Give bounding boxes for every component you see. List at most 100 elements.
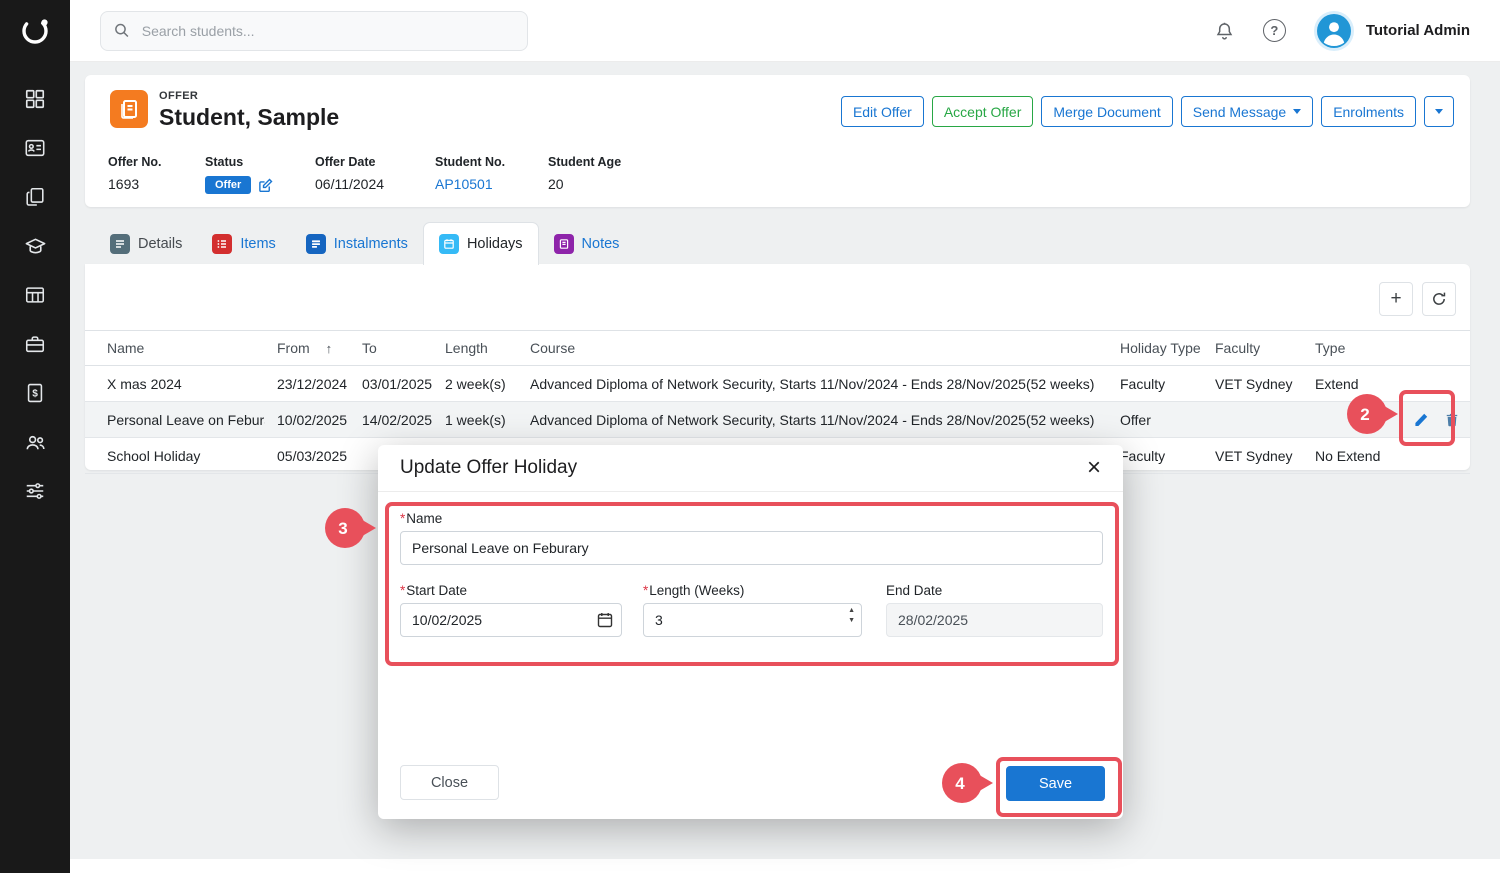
offer-date-field: Offer Date 06/11/2024 xyxy=(315,155,435,194)
column-header-to[interactable]: To xyxy=(350,331,433,366)
delete-row-icon[interactable] xyxy=(1445,412,1459,427)
required-mark: * xyxy=(400,583,405,598)
sidebar-item-finance[interactable]: $ xyxy=(23,381,47,405)
course-cell: Advanced Diploma of Network Security, St… xyxy=(518,366,1108,402)
card-tools: + xyxy=(1379,282,1456,316)
type-cell: Extend xyxy=(1303,366,1383,402)
tab-items-label: Items xyxy=(240,236,275,252)
student-no-field: Student No. AP10501 xyxy=(435,155,548,194)
column-header-type[interactable]: Type xyxy=(1303,331,1383,366)
status-field: Status Offer xyxy=(205,155,315,194)
column-header-course[interactable]: Course xyxy=(518,331,1108,366)
sidebar-item-settings[interactable] xyxy=(23,479,47,503)
start-date-label: *Start Date xyxy=(400,583,467,598)
start-date-field[interactable] xyxy=(400,603,622,637)
column-header-from[interactable]: From↑ xyxy=(265,331,350,366)
page-title: Student, Sample xyxy=(159,104,339,131)
offers-icon xyxy=(24,186,46,208)
name-field[interactable] xyxy=(400,531,1103,565)
more-actions-button[interactable] xyxy=(1424,96,1454,127)
students-icon xyxy=(24,137,46,159)
sidebar-item-dashboard[interactable] xyxy=(23,87,47,111)
user-menu[interactable]: Tutorial Admin xyxy=(1314,11,1470,51)
offer-kicker: OFFER xyxy=(159,90,198,102)
table-row[interactable]: X mas 2024 23/12/2024 03/01/2025 2 week(… xyxy=(85,366,1470,402)
end-date-field xyxy=(886,603,1103,637)
length-cell: 1 week(s) xyxy=(433,402,518,438)
sidebar: $ xyxy=(0,0,70,873)
sidebar-item-offers[interactable] xyxy=(23,185,47,209)
app-logo[interactable] xyxy=(0,0,70,61)
length-field-label: *Length (Weeks) xyxy=(643,583,744,598)
offer-date-label: Offer Date xyxy=(315,155,435,169)
send-message-label: Send Message xyxy=(1193,104,1286,120)
sidebar-item-students[interactable] xyxy=(23,136,47,160)
type-cell xyxy=(1303,402,1383,438)
status-edit-icon[interactable] xyxy=(258,178,273,193)
finance-icon: $ xyxy=(24,382,46,404)
notification-bell-icon[interactable] xyxy=(1214,20,1235,42)
student-age-value: 20 xyxy=(548,176,658,192)
from-cell: 10/02/2025 xyxy=(265,402,350,438)
refresh-button[interactable] xyxy=(1422,282,1456,316)
add-holiday-button[interactable]: + xyxy=(1379,282,1413,316)
dashboard-icon xyxy=(24,88,46,110)
accept-offer-button[interactable]: Accept Offer xyxy=(932,96,1034,127)
student-no-label: Student No. xyxy=(435,155,548,169)
search-box xyxy=(100,11,528,51)
table-row[interactable]: Personal Leave on Feburary 10/02/2025 14… xyxy=(85,402,1470,438)
modal-title: Update Offer Holiday xyxy=(400,457,577,479)
tab-instalments[interactable]: Instalments xyxy=(291,222,423,265)
calendar-icon[interactable] xyxy=(597,612,613,628)
sidebar-item-courses[interactable] xyxy=(23,234,47,258)
close-icon[interactable]: × xyxy=(1087,456,1101,480)
sidebar-item-users[interactable] xyxy=(23,430,47,454)
sidebar-item-timetables[interactable] xyxy=(23,283,47,307)
offer-meta: Offer No. 1693 Status Offer Offer Date 0… xyxy=(108,155,658,194)
details-icon xyxy=(110,234,130,254)
spinner-up-icon[interactable]: ▲ xyxy=(848,607,855,614)
user-avatar xyxy=(1314,11,1354,51)
merge-document-button[interactable]: Merge Document xyxy=(1041,96,1172,127)
status-badge: Offer xyxy=(205,176,251,194)
offer-type-icon xyxy=(110,90,148,128)
edit-offer-button[interactable]: Edit Offer xyxy=(841,96,924,127)
column-header-faculty[interactable]: Faculty xyxy=(1203,331,1303,366)
from-cell: 05/03/2025 xyxy=(265,438,350,474)
to-cell: 14/02/2025 xyxy=(350,402,433,438)
holidays-icon xyxy=(439,234,459,254)
start-date-wrap xyxy=(400,603,622,637)
name-cell: Personal Leave on Feburary xyxy=(85,402,265,438)
column-header-holiday-type[interactable]: Holiday Type xyxy=(1108,331,1203,366)
length-cell: 2 week(s) xyxy=(433,366,518,402)
close-button[interactable]: Close xyxy=(400,765,499,800)
sidebar-item-agents[interactable] xyxy=(23,332,47,356)
sort-ascending-icon: ↑ xyxy=(326,341,333,356)
column-header-actions xyxy=(1383,331,1470,366)
required-mark: * xyxy=(400,511,405,526)
tab-holidays[interactable]: Holidays xyxy=(423,222,539,265)
update-holiday-modal: Update Offer Holiday × *Name *Start Date… xyxy=(378,445,1123,819)
search-input[interactable] xyxy=(140,22,514,40)
length-field[interactable] xyxy=(643,603,862,637)
student-no-link[interactable]: AP10501 xyxy=(435,176,493,192)
length-wrap: ▲ ▼ xyxy=(643,603,862,637)
close-button-label: Close xyxy=(431,775,468,791)
send-message-button[interactable]: Send Message xyxy=(1181,96,1313,127)
edit-row-icon[interactable] xyxy=(1413,412,1429,428)
spinner-down-icon[interactable]: ▼ xyxy=(848,617,855,624)
save-button[interactable]: Save xyxy=(1006,766,1105,801)
faculty-cell: VET Sydney xyxy=(1203,438,1303,474)
column-header-length[interactable]: Length xyxy=(433,331,518,366)
enrolments-button[interactable]: Enrolments xyxy=(1321,96,1416,127)
status-label: Status xyxy=(205,155,315,169)
app-logo-icon xyxy=(18,14,52,48)
tab-notes[interactable]: Notes xyxy=(539,222,635,265)
column-header-name[interactable]: Name xyxy=(85,331,265,366)
svg-text:$: $ xyxy=(32,388,38,399)
length-spinner: ▲ ▼ xyxy=(848,607,855,624)
tab-details[interactable]: Details xyxy=(95,222,197,265)
tab-items[interactable]: Items xyxy=(197,222,290,265)
faculty-cell xyxy=(1203,402,1303,438)
help-icon[interactable]: ? xyxy=(1263,19,1286,42)
